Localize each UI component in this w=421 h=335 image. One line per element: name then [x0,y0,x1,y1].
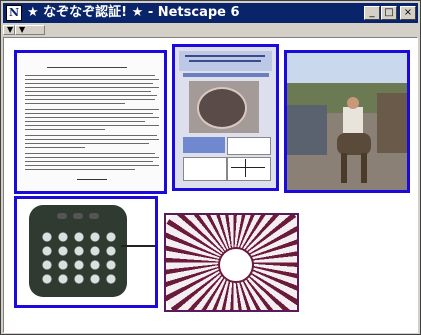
window-title: ★ なぞなぞ認証! ★ - Netscape 6 [27,5,240,20]
keypad-device-image[interactable] [14,196,158,308]
minimize-button[interactable]: _ [364,6,380,20]
chevron-down-icon: ▼ [7,25,14,34]
research-poster-image[interactable] [172,44,279,191]
close-button[interactable]: × [400,6,416,20]
toolbar-strip: ▼ ▼ [3,24,418,36]
maximize-button[interactable]: □ [381,6,397,20]
netscape-app-icon[interactable]: N [6,5,22,21]
title-bar[interactable]: N ★ なぞなぞ認証! ★ - Netscape 6 _ □ × [3,3,418,23]
browser-window: N ★ なぞなぞ認証! ★ - Netscape 6 _ □ × ▼ ▼ [0,0,421,335]
typewritten-letter-image[interactable] [14,50,167,194]
chevron-down-icon: ▼ [19,25,26,34]
man-riding-donkey-photo[interactable] [284,50,410,193]
collapse-grip-1[interactable]: ▼ [3,25,15,35]
collapse-grip-2[interactable]: ▼ [15,25,45,35]
radial-sunburst-image[interactable] [164,213,299,312]
page-content [3,37,418,333]
